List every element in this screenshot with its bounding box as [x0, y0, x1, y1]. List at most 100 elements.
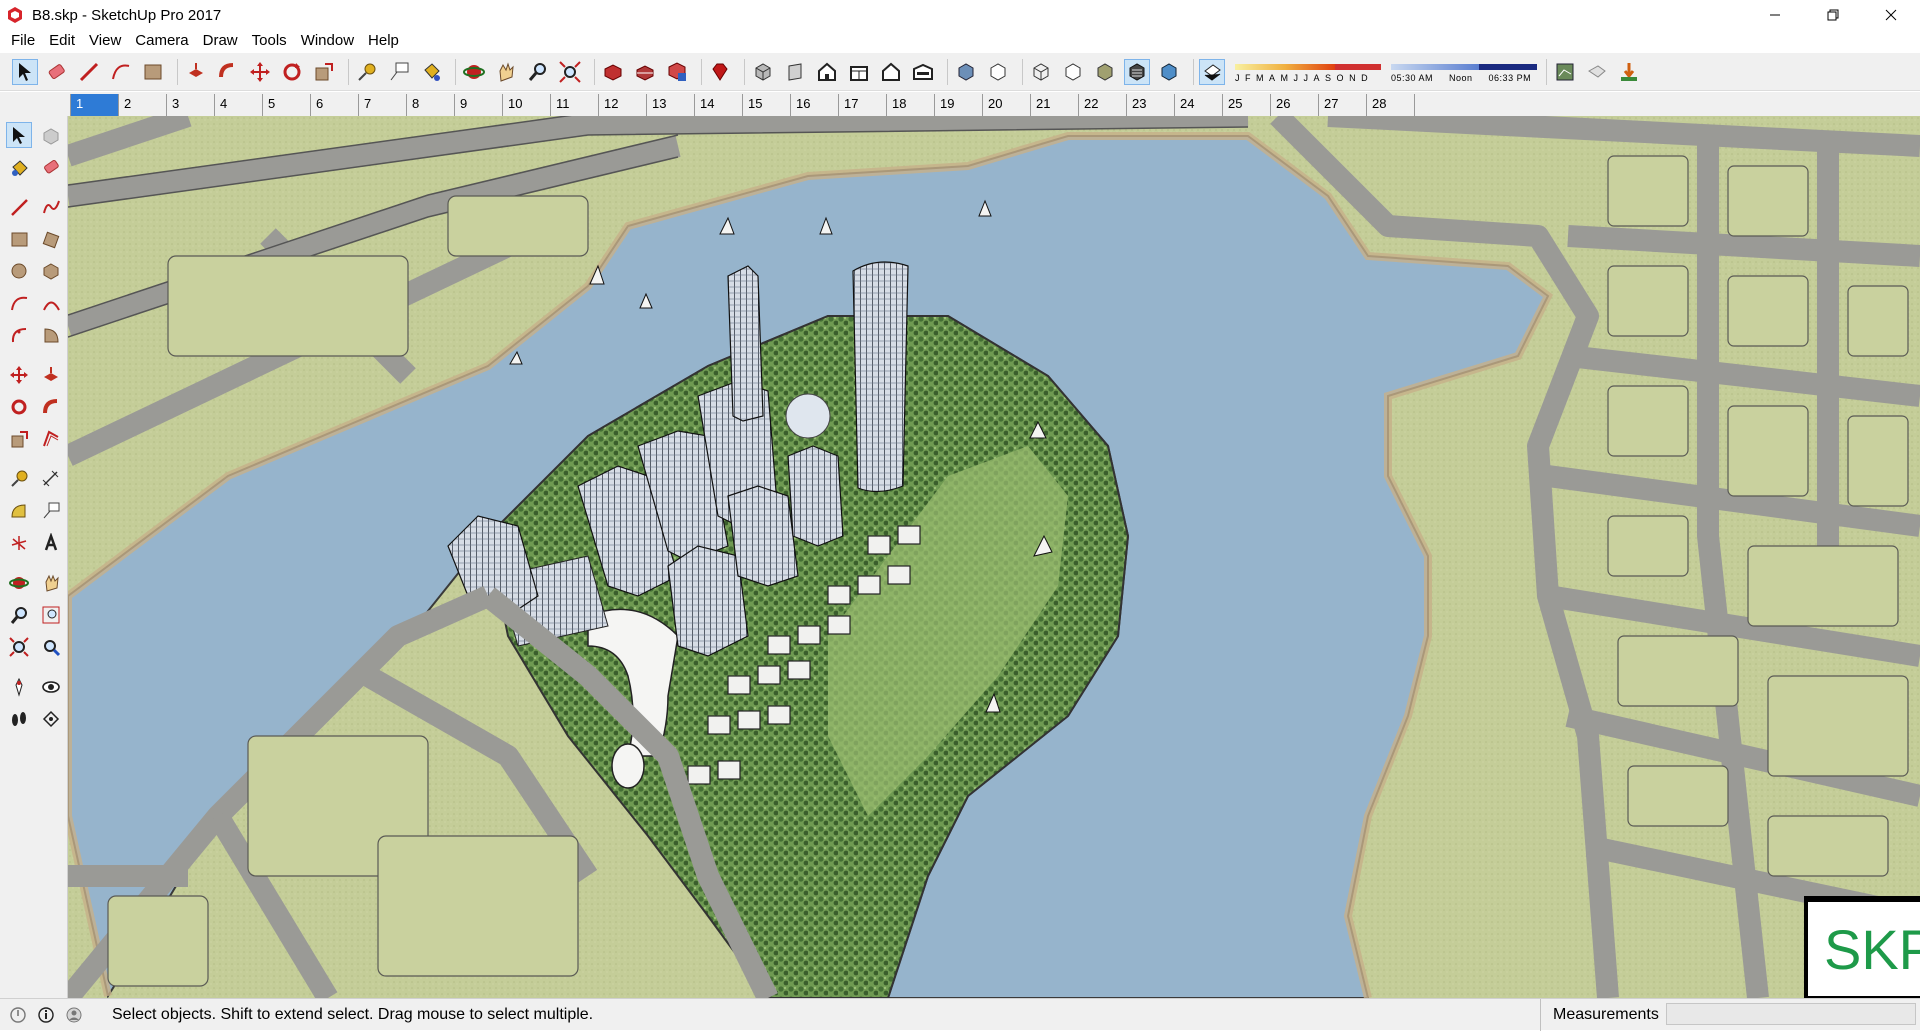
menu-view[interactable]: View	[82, 30, 128, 52]
scene-tab-27[interactable]: 27	[1318, 94, 1366, 116]
pan-tool-button[interactable]	[38, 570, 64, 596]
tape-measure-tool-button[interactable]	[6, 466, 32, 492]
minimize-button[interactable]	[1746, 0, 1804, 30]
previous-view-tool-button[interactable]	[38, 634, 64, 660]
left-view-button[interactable]	[910, 59, 936, 85]
rectangle-tool-button[interactable]	[140, 59, 166, 85]
scene-tab-18[interactable]: 18	[886, 94, 934, 116]
zoom-extents-tool-button[interactable]	[557, 59, 583, 85]
scene-tab-15[interactable]: 15	[742, 94, 790, 116]
line-tool-button[interactable]	[6, 194, 32, 220]
menu-camera[interactable]: Camera	[128, 30, 195, 52]
dimension-tool-button[interactable]	[38, 466, 64, 492]
add-location-button[interactable]	[1616, 59, 1642, 85]
shadows-toggle-button[interactable]	[1199, 58, 1225, 85]
back-view-button[interactable]	[878, 59, 904, 85]
iso-view-button[interactable]	[750, 59, 776, 85]
scene-tab-26[interactable]: 26	[1270, 94, 1318, 116]
follow-me-tool-button[interactable]	[215, 59, 241, 85]
pie-tool-button[interactable]	[38, 322, 64, 348]
scene-tab-2[interactable]: 2	[118, 94, 166, 116]
position-camera-tool-button[interactable]	[6, 674, 32, 700]
geo-location-button[interactable]	[8, 1005, 28, 1025]
scene-tab-23[interactable]: 23	[1126, 94, 1174, 116]
axes-tool-button[interactable]	[6, 530, 32, 556]
section-plane-button[interactable]	[1552, 59, 1578, 85]
paint-bucket-tool-button[interactable]	[418, 59, 444, 85]
text-tool-button[interactable]	[38, 498, 64, 524]
3d-text-tool-button[interactable]	[38, 530, 64, 556]
move-tool-button[interactable]	[247, 59, 273, 85]
measurements-input[interactable]	[1666, 1003, 1916, 1025]
two-point-arc-tool-button[interactable]	[38, 290, 64, 316]
zoom-window-tool-button[interactable]	[38, 602, 64, 628]
three-point-arc-tool-button[interactable]	[6, 322, 32, 348]
shadow-time-slider[interactable]: 05:30 AM Noon 06:33 PM	[1391, 58, 1541, 86]
polygon-tool-button[interactable]	[38, 258, 64, 284]
scene-tab-14[interactable]: 14	[694, 94, 742, 116]
shadow-month-slider[interactable]: J F M A M J J A S O N D	[1235, 58, 1385, 86]
select-tool-button[interactable]	[6, 122, 32, 148]
credits-button[interactable]	[36, 1005, 56, 1025]
look-around-tool-button[interactable]	[38, 674, 64, 700]
push-pull-tool-button[interactable]	[183, 59, 209, 85]
zoom-extents-tool-button[interactable]	[6, 634, 32, 660]
textured-style-button[interactable]	[1124, 58, 1150, 85]
orbit-tool-button[interactable]	[461, 59, 487, 85]
3d-warehouse-button[interactable]	[600, 59, 626, 85]
top-view-button[interactable]	[782, 59, 808, 85]
arc-tool-button[interactable]	[108, 59, 134, 85]
wireframe-style-button[interactable]	[1028, 59, 1054, 85]
scene-tab-13[interactable]: 13	[646, 94, 694, 116]
xray-style-button[interactable]	[953, 59, 979, 85]
city-model-canvas[interactable]	[68, 116, 1920, 998]
circle-tool-button[interactable]	[6, 258, 32, 284]
shaded-style-button[interactable]	[1092, 59, 1118, 85]
scene-tab-22[interactable]: 22	[1078, 94, 1126, 116]
share-model-button[interactable]	[632, 59, 658, 85]
back-edges-style-button[interactable]	[985, 59, 1011, 85]
walk-tool-button[interactable]	[6, 706, 32, 732]
scene-tab-3[interactable]: 3	[166, 94, 214, 116]
protractor-tool-button[interactable]	[6, 498, 32, 524]
section-display-button[interactable]	[1584, 59, 1610, 85]
scene-tab-6[interactable]: 6	[310, 94, 358, 116]
restore-button[interactable]	[1804, 0, 1862, 30]
menu-window[interactable]: Window	[294, 30, 361, 52]
ruby-console-button[interactable]	[707, 59, 733, 85]
eraser-tool-button[interactable]	[38, 154, 64, 180]
rotated-rectangle-tool-button[interactable]	[38, 226, 64, 252]
pan-tool-button[interactable]	[493, 59, 519, 85]
scene-tab-28[interactable]: 28	[1366, 94, 1414, 116]
scene-tab-11[interactable]: 11	[550, 94, 598, 116]
scale-tool-button[interactable]	[6, 426, 32, 452]
eraser-tool-button[interactable]	[44, 59, 70, 85]
scene-tab-24[interactable]: 24	[1174, 94, 1222, 116]
scene-tab-21[interactable]: 21	[1030, 94, 1078, 116]
scene-tab-16[interactable]: 16	[790, 94, 838, 116]
scene-tab-5[interactable]: 5	[262, 94, 310, 116]
scene-tab-1[interactable]: 1	[70, 94, 118, 116]
scene-tab-7[interactable]: 7	[358, 94, 406, 116]
menu-edit[interactable]: Edit	[42, 30, 82, 52]
right-view-button[interactable]	[846, 59, 872, 85]
drawing-viewport[interactable]: SKP	[68, 116, 1920, 998]
front-view-button[interactable]	[814, 59, 840, 85]
menu-help[interactable]: Help	[361, 30, 406, 52]
scene-tab-12[interactable]: 12	[598, 94, 646, 116]
zoom-tool-button[interactable]	[525, 59, 551, 85]
follow-me-tool-button[interactable]	[38, 394, 64, 420]
scene-tab-8[interactable]: 8	[406, 94, 454, 116]
tape-measure-tool-button[interactable]	[354, 59, 380, 85]
rectangle-tool-button[interactable]	[6, 226, 32, 252]
menu-tools[interactable]: Tools	[245, 30, 294, 52]
scene-tab-17[interactable]: 17	[838, 94, 886, 116]
section-plane-tool-button[interactable]	[38, 706, 64, 732]
user-account-button[interactable]	[64, 1005, 84, 1025]
rotate-tool-button[interactable]	[6, 394, 32, 420]
extension-warehouse-button[interactable]	[664, 59, 690, 85]
freehand-tool-button[interactable]	[38, 194, 64, 220]
rotate-tool-button[interactable]	[279, 59, 305, 85]
menu-draw[interactable]: Draw	[196, 30, 245, 52]
text-tool-button[interactable]	[386, 59, 412, 85]
